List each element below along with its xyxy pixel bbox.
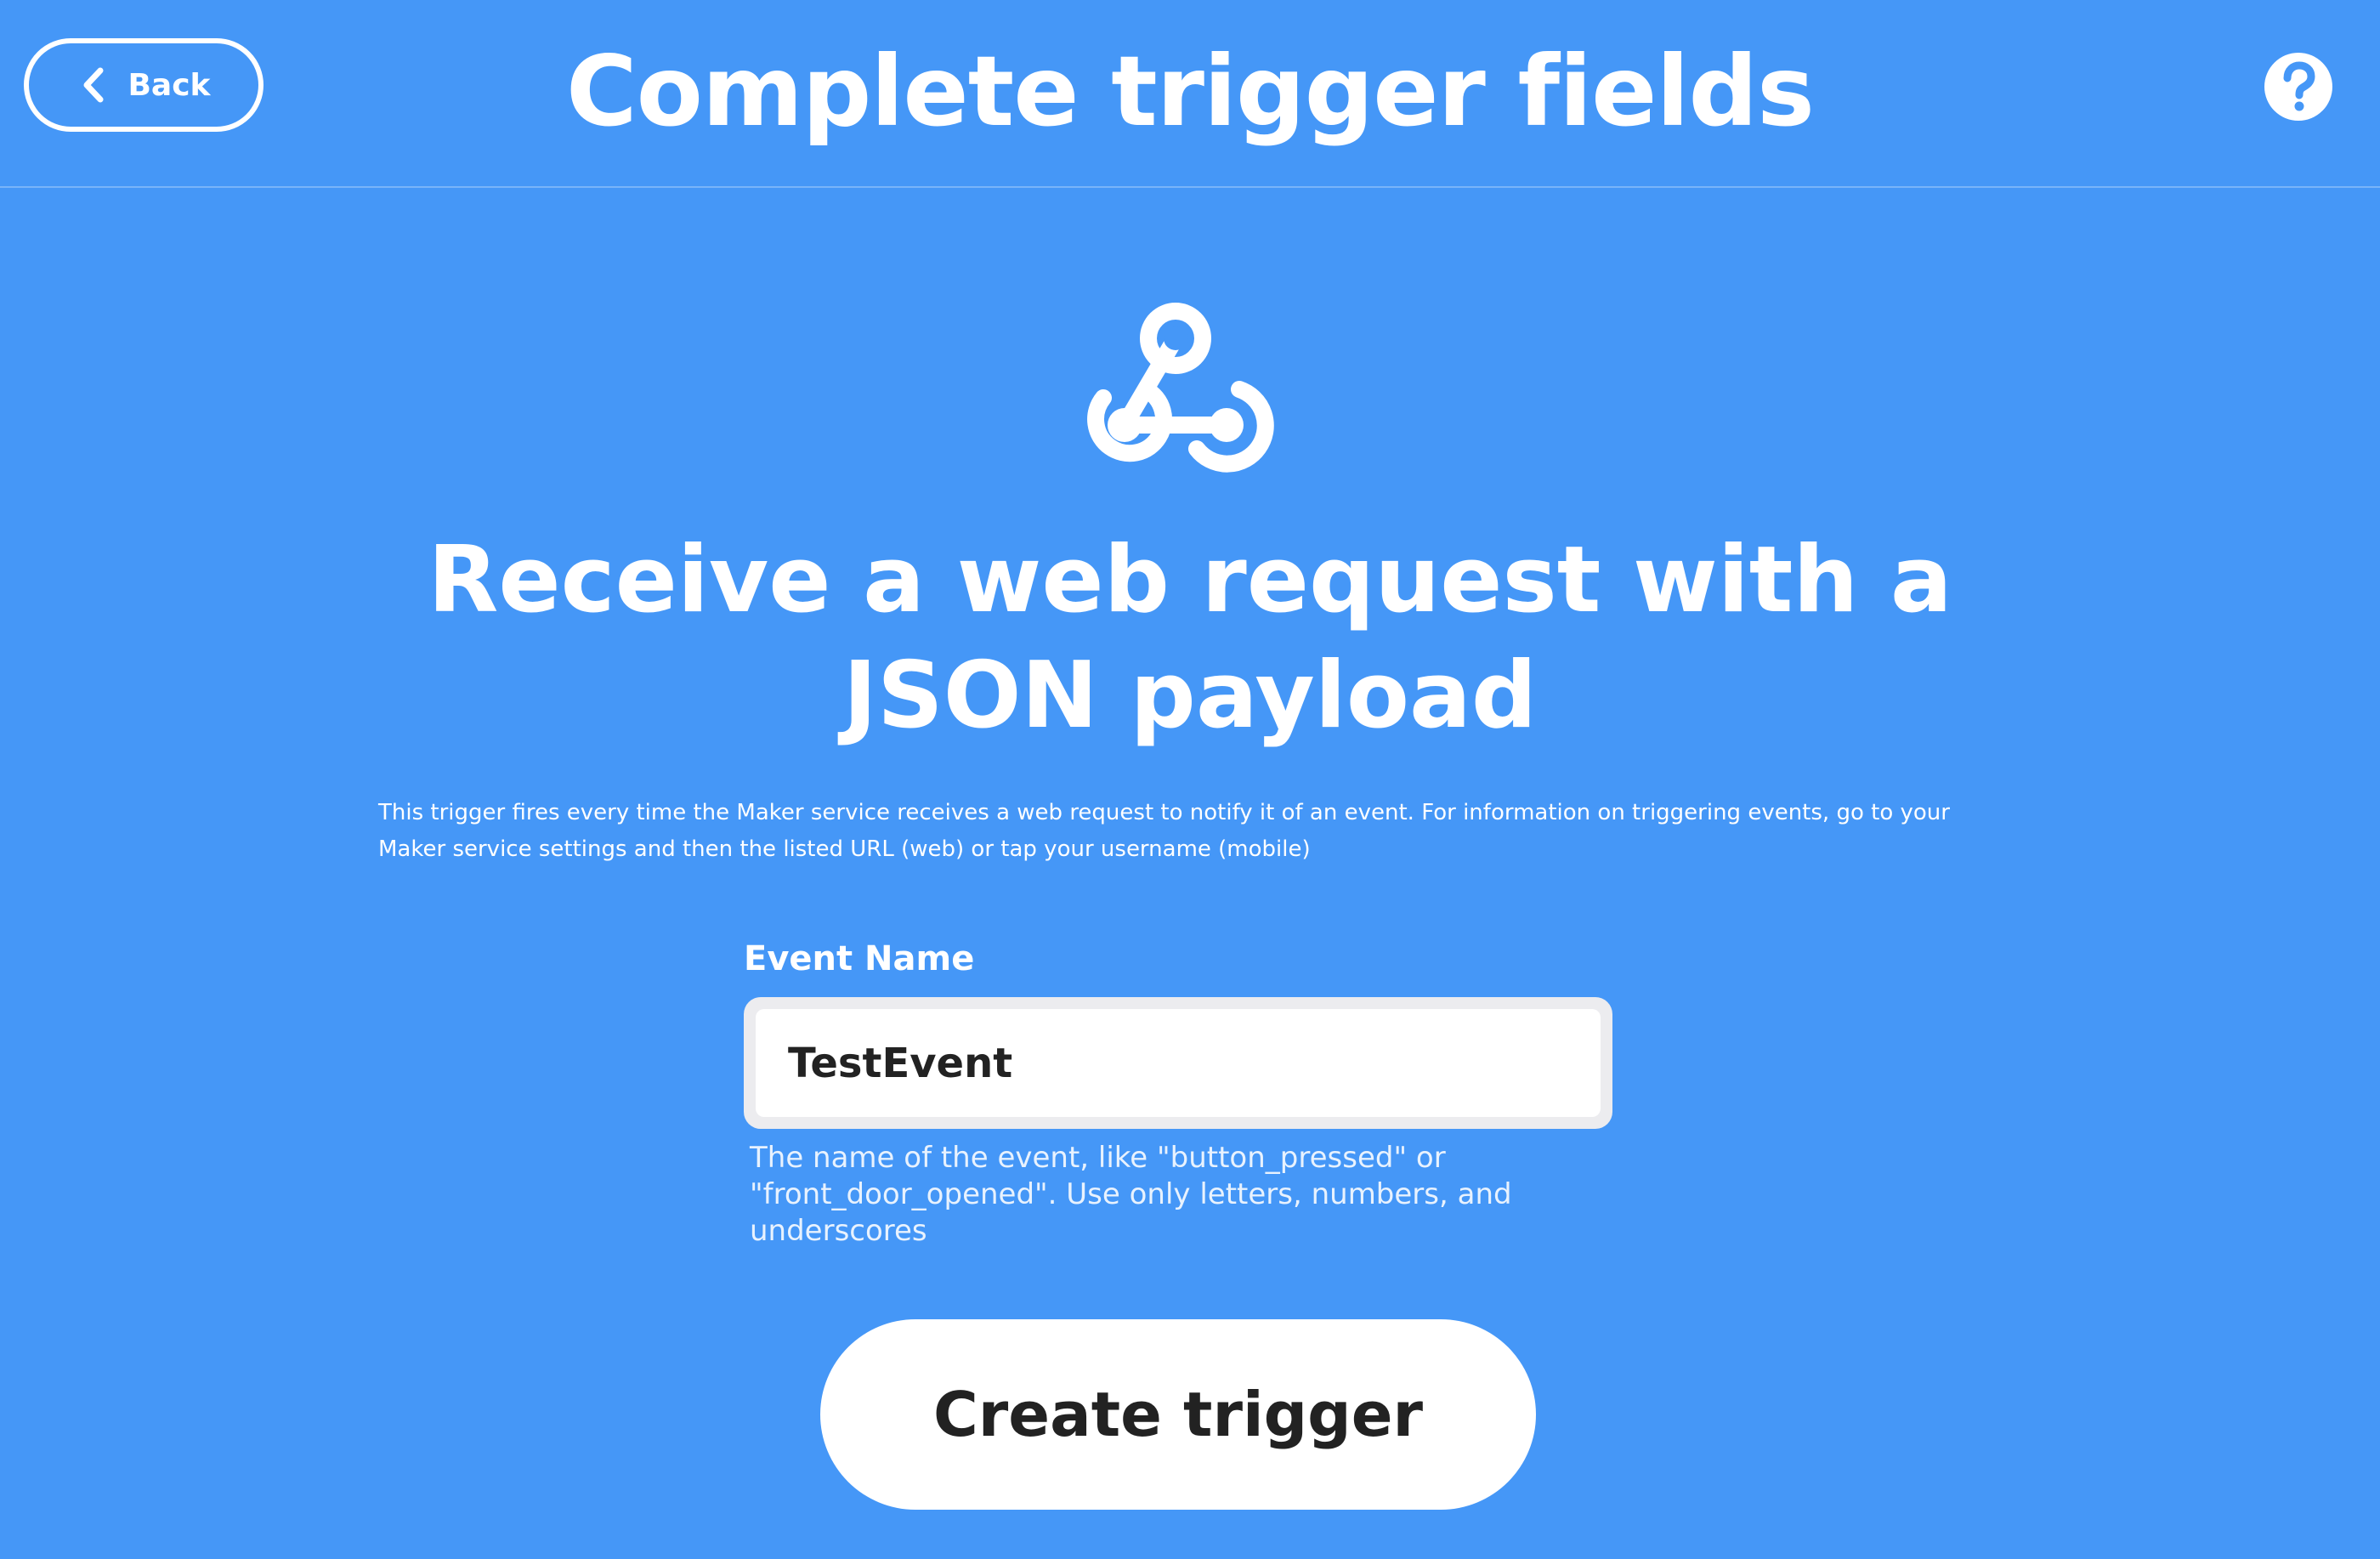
event-name-field-wrapper: [744, 997, 1612, 1129]
webhooks-icon: [1069, 287, 1282, 483]
event-name-label: Event Name: [744, 939, 975, 978]
trigger-title: Receive a web request with a JSON payloa…: [428, 527, 1952, 749]
question-mark-circle-icon[interactable]: [2264, 53, 2332, 121]
page: Back Complete trigger fields Receive a w…: [0, 0, 2380, 1559]
header-bar: Back Complete trigger fields: [0, 0, 2380, 188]
page-title: Complete trigger fields: [565, 35, 1815, 148]
event-name-help-text: The name of the event, like "button_pres…: [750, 1141, 1512, 1248]
trigger-description: This trigger fires every time the Maker …: [378, 800, 1950, 862]
event-name-input[interactable]: [756, 1009, 1601, 1117]
create-trigger-button[interactable]: Create trigger: [820, 1319, 1536, 1510]
